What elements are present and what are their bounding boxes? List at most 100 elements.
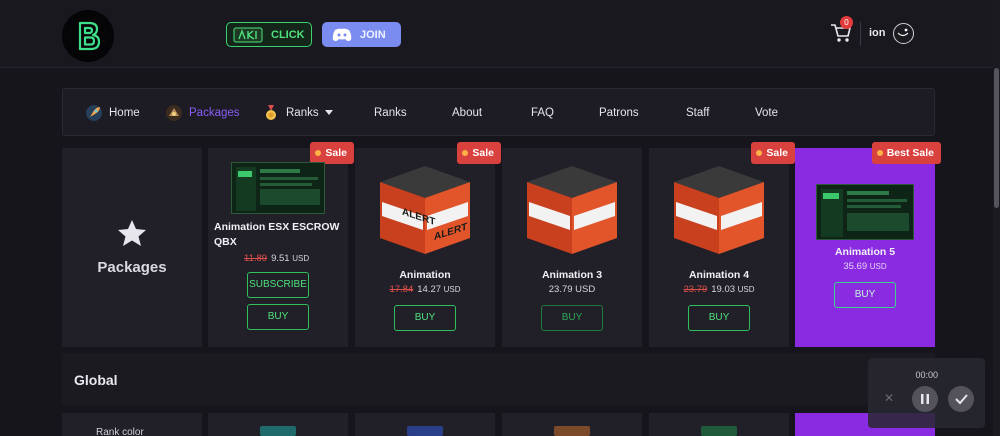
- rank-color-card: Rank color: [62, 413, 202, 436]
- scrollbar-track[interactable]: [993, 0, 1000, 436]
- click-label: CLICK: [271, 28, 305, 41]
- tnt-block-image[interactable]: [523, 158, 621, 258]
- star-icon: [118, 220, 146, 246]
- medal-icon: [266, 105, 276, 120]
- current-price: 35.69: [843, 261, 868, 272]
- product-price: 23.79 USD: [502, 284, 642, 295]
- nav-ranks-2-label: Ranks: [374, 107, 407, 119]
- product-name: Animation ESX ESCROW QBX: [214, 221, 340, 248]
- player-time: 00:00: [915, 370, 938, 380]
- user-avatar[interactable]: [893, 23, 914, 44]
- nav-item-patrons[interactable]: Patrons: [599, 89, 639, 137]
- old-price: 23.79: [683, 284, 708, 295]
- product-card: Sale Animation ESX ESCROW QBX 11.89 9.51 …: [208, 142, 354, 347]
- nav-item-staff[interactable]: Staff: [686, 89, 709, 137]
- product-name: Animation 5: [834, 246, 896, 258]
- main-nav: Home Packages Ranks Ranks About FAQ Patr…: [62, 88, 935, 136]
- packages-category-card[interactable]: Packages: [62, 148, 202, 347]
- rank-card: [502, 413, 642, 436]
- product-card-featured: Best Sale Animation 5 35.69 USD BUY: [795, 142, 941, 347]
- product-card: Animation 3 23.79 USD BUY: [502, 148, 642, 347]
- cart-count-badge: 0: [840, 16, 853, 29]
- subscribe-button[interactable]: SUBSCRIBE: [247, 272, 309, 298]
- product-thumbnail[interactable]: [816, 184, 914, 240]
- nav-item-ranks-dropdown[interactable]: Ranks: [262, 89, 333, 137]
- confirm-button[interactable]: [948, 386, 974, 412]
- rocket-icon: [86, 105, 102, 121]
- fire-icon: [462, 150, 469, 156]
- buy-button[interactable]: BUY: [688, 305, 750, 331]
- pause-button[interactable]: [912, 386, 938, 412]
- rank-tag: [701, 426, 737, 436]
- nav-item-home[interactable]: Home: [85, 89, 140, 137]
- product-card: Sale Animation 4 23.79 19.03 USD BUY: [649, 142, 795, 347]
- site-logo[interactable]: [62, 10, 114, 62]
- nav-item-packages[interactable]: Packages: [165, 89, 240, 137]
- best-sale-badge: Best Sale: [871, 142, 941, 164]
- product-price: 11.89 9.51 USD: [208, 253, 348, 264]
- nav-patrons-label: Patrons: [599, 107, 639, 119]
- rank-card: [355, 413, 495, 436]
- nav-item-ranks[interactable]: Ranks: [374, 89, 407, 137]
- currency: USD: [737, 285, 755, 294]
- current-price: 14.27: [417, 284, 442, 295]
- product-name: Animation 4: [688, 269, 750, 281]
- current-price: 23.79: [548, 284, 573, 295]
- tnt-block-image[interactable]: ALERT ALERT: [376, 158, 474, 258]
- sale-badge-label: Sale: [472, 147, 494, 159]
- sale-badge-label: Sale: [325, 147, 347, 159]
- rank-tag: [554, 426, 590, 436]
- pause-icon: [921, 394, 929, 404]
- nav-item-faq[interactable]: FAQ: [531, 89, 554, 137]
- site-header: CLICK JOIN 0 ion: [0, 0, 1000, 68]
- discord-join-button[interactable]: JOIN: [322, 22, 401, 47]
- buy-button[interactable]: BUY: [834, 282, 896, 308]
- avatar-face-icon: [897, 28, 909, 37]
- currency: USD: [575, 284, 596, 295]
- recording-player: 00:00 ✕: [868, 358, 985, 428]
- buy-button[interactable]: BUY: [394, 305, 456, 331]
- username[interactable]: ion: [869, 27, 886, 39]
- nav-staff-label: Staff: [686, 107, 710, 119]
- global-section-header: Global: [62, 353, 935, 405]
- product-thumbnail[interactable]: [231, 162, 325, 214]
- rank-card: [208, 413, 348, 436]
- tnt-block-image[interactable]: [670, 158, 768, 258]
- thumbnail-screenshot-icon: [232, 163, 324, 213]
- chevron-down-icon: [324, 110, 333, 115]
- product-name: Animation: [399, 269, 451, 281]
- nav-about-label: About: [452, 107, 483, 119]
- sale-badge: Sale: [310, 142, 354, 164]
- rank-color-label: Rank color: [96, 427, 144, 436]
- buy-button[interactable]: BUY: [247, 304, 309, 330]
- rank-tag: [407, 426, 443, 436]
- currency: USD: [443, 285, 461, 294]
- currency: USD: [869, 262, 887, 271]
- buy-button[interactable]: BUY: [541, 305, 603, 331]
- nav-packages-label: Packages: [189, 107, 240, 119]
- old-price: 11.89: [244, 253, 268, 264]
- product-price: 17.84 14.27 USD: [355, 284, 495, 295]
- current-price: 19.03: [711, 284, 736, 295]
- discord-icon: [332, 28, 352, 41]
- rank-tag: [260, 426, 296, 436]
- scrollbar-thumb[interactable]: [994, 68, 999, 208]
- best-sale-badge-label: Best Sale: [886, 147, 934, 159]
- old-price: 17.84: [389, 284, 414, 295]
- join-label: JOIN: [360, 28, 386, 41]
- close-icon[interactable]: ✕: [884, 391, 894, 405]
- product-card: Sale ALERT ALERT Animation 17.84 14.27 US…: [355, 142, 501, 347]
- current-price: 9.51: [271, 253, 290, 264]
- sale-badge-label: Sale: [766, 147, 788, 159]
- click-button[interactable]: CLICK: [226, 22, 312, 47]
- packages-icon: [166, 105, 182, 121]
- nav-item-about[interactable]: About: [452, 89, 482, 137]
- fire-icon: [315, 150, 322, 156]
- logo-b-icon: [78, 21, 101, 51]
- product-name: Animation 3: [541, 269, 603, 281]
- section-title: Global: [74, 372, 118, 388]
- nav-faq-label: FAQ: [531, 107, 555, 119]
- packages-title: Packages: [97, 259, 167, 276]
- header-divider: [860, 22, 861, 46]
- nav-item-vote[interactable]: Vote: [755, 89, 778, 137]
